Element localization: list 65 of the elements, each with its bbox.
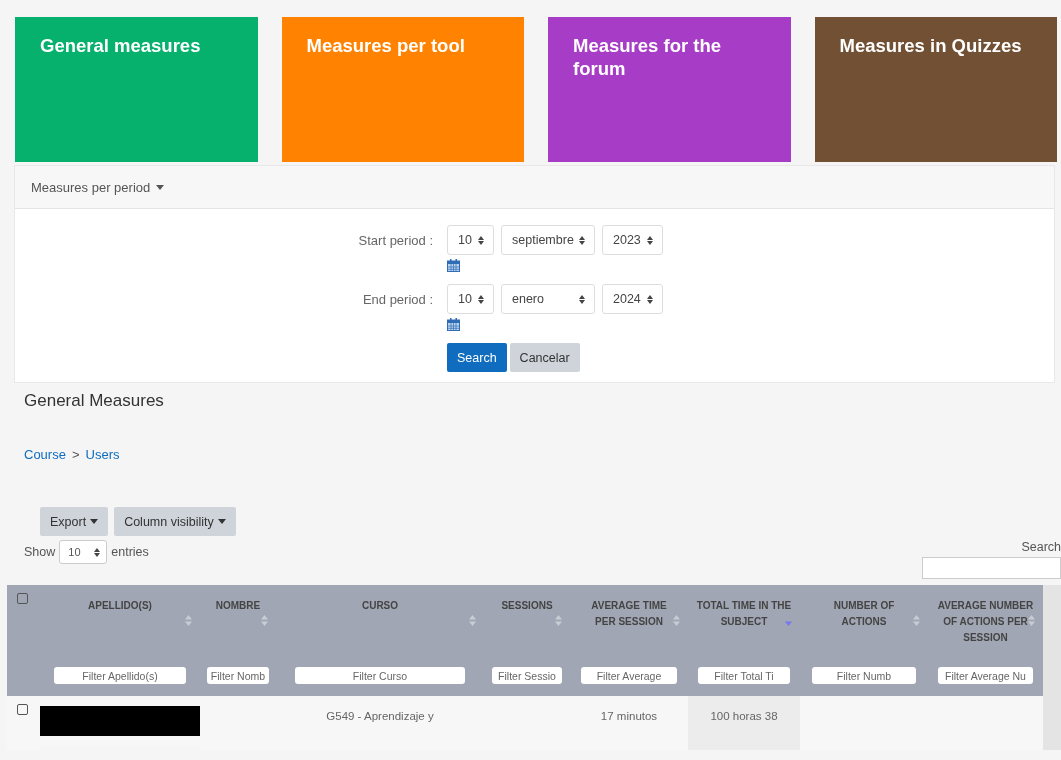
day-select[interactable]: 10 [447, 284, 494, 314]
scrollbar[interactable] [1043, 585, 1061, 750]
sort-icon[interactable] [185, 615, 192, 626]
column-filter-field[interactable]: Filter Total Ti [698, 667, 790, 684]
select-arrows-icon [94, 547, 101, 557]
month-select[interactable]: enero [501, 284, 595, 314]
select-arrows-icon [647, 294, 653, 304]
table-cell: 17 minutos [600, 710, 658, 722]
column-header[interactable]: TOTAL TIME IN THE SUBJECT [696, 598, 792, 630]
period-label: End period : [362, 291, 434, 309]
column-filter-field[interactable]: Filter Average Nu [938, 667, 1033, 684]
period-toggle[interactable]: Measures per period [31, 179, 165, 195]
sort-icon[interactable] [469, 615, 476, 626]
show-label: Show [24, 545, 56, 559]
column-filter-field[interactable]: Filter Apellido(s) [54, 667, 186, 684]
select-arrows-icon [579, 235, 585, 245]
search-label: Search [1021, 540, 1061, 554]
select-arrows-icon [647, 235, 653, 245]
column-filter-field[interactable]: Filter Sessio [491, 667, 563, 684]
column-filter-field[interactable]: Filter Nomb [206, 667, 270, 684]
search-button[interactable]: Search [447, 343, 507, 372]
category-card[interactable]: General measures [15, 17, 258, 162]
calendar-icon [447, 318, 460, 331]
year-select[interactable]: 2024 [602, 284, 663, 314]
column-header[interactable]: AVERAGE NUMBER OF ACTIONS PER SESSION [937, 598, 1034, 646]
table-cell: G549 - Aprendizaje y [326, 710, 434, 722]
column-filter-field[interactable]: Filter Average [580, 667, 678, 684]
breadcrumb-link[interactable]: Users [85, 447, 120, 462]
column-header[interactable]: SESSIONS [501, 598, 553, 614]
column-header[interactable]: NOMBRE [215, 598, 261, 614]
row-checkbox[interactable] [17, 704, 28, 715]
export-button[interactable]: Export [40, 507, 109, 536]
month-select[interactable]: septiembre [501, 225, 595, 255]
column-header[interactable]: AVERAGE TIME PER SESSION [581, 598, 677, 630]
category-card[interactable]: Measures in Quizzes [814, 17, 1057, 162]
sort-icon[interactable] [913, 615, 920, 626]
breadcrumb-separator: > [71, 447, 80, 462]
caret-icon [90, 519, 99, 524]
calendar-icon [447, 259, 460, 272]
select-arrows-icon [478, 235, 484, 245]
column-filter-field[interactable]: Filter Curso [294, 667, 466, 684]
select-arrows-icon [478, 294, 484, 304]
column-header[interactable]: APELLIDO(S) [88, 598, 152, 614]
sort-icon[interactable] [1028, 615, 1035, 626]
day-select[interactable]: 10 [447, 225, 494, 255]
entries-select[interactable]: 10 [59, 540, 108, 564]
category-card[interactable]: Measures for the forum [548, 17, 791, 162]
select-arrows-icon [579, 294, 585, 304]
entries-label: entries [111, 545, 149, 559]
period-label: Start period : [358, 232, 434, 250]
search-field[interactable] [922, 557, 1061, 579]
section-title: General Measures [24, 391, 165, 411]
column-header[interactable]: CURSO [361, 598, 399, 614]
sort-icon[interactable] [673, 615, 680, 626]
select-all-checkbox[interactable] [17, 593, 28, 604]
caret-icon [217, 519, 226, 524]
breadcrumb-link[interactable]: Course [24, 447, 66, 462]
column-header[interactable]: NUMBER OF ACTIONS [816, 598, 912, 630]
column-visibility-button[interactable]: Column visibility [114, 507, 236, 536]
sort-icon[interactable] [555, 615, 562, 626]
column-filter-field[interactable]: Filter Numb [811, 667, 917, 684]
cancel-button[interactable]: Cancelar [509, 343, 580, 372]
sort-icon[interactable] [261, 615, 268, 626]
year-select[interactable]: 2023 [602, 225, 663, 255]
table-cell: 100 horas 38 [710, 710, 778, 722]
